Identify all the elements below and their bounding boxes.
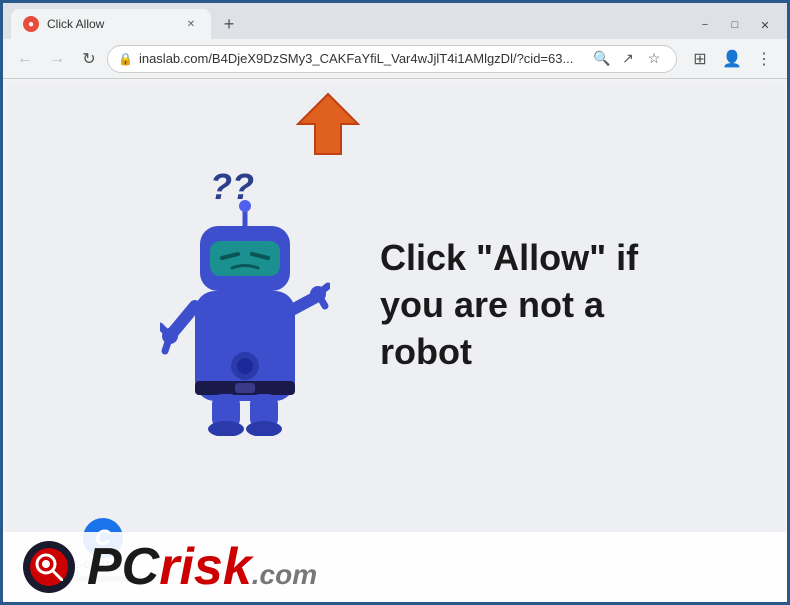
menu-icon[interactable]: ⋮ [749,44,779,74]
robot-illustration: ?? [150,166,350,446]
main-content-area: ?? [3,79,787,532]
tab-favicon: ● [23,16,39,32]
minimize-button[interactable]: − [691,15,719,35]
captcha-message: Click "Allow" if you are not a robot [380,235,640,375]
search-lens-icon[interactable]: 🔍 [590,47,614,71]
close-button[interactable]: ✕ [751,15,779,35]
pcrisk-pc: PC [87,538,159,596]
pcrisk-icon [23,541,75,593]
reload-button[interactable]: ↻ [75,45,103,73]
maximize-button[interactable]: □ [721,15,749,35]
new-tab-button[interactable]: + [215,10,243,38]
pcrisk-dotcom: .com [252,559,317,590]
pcrisk-watermark: PCrisk.com [3,532,787,602]
back-button[interactable]: ← [11,45,39,73]
address-bar: ← → ↻ 🔒 inaslab.com/B4DjeX9DzSMy3_CAKFaY… [3,39,787,79]
robot-svg [160,196,330,436]
arrow-indicator [263,89,363,194]
tab-title: Click Allow [47,17,175,31]
pcrisk-icon-inner [30,548,68,586]
profile-icon[interactable]: 👤 [717,44,747,74]
address-input[interactable]: 🔒 inaslab.com/B4DjeX9DzSMy3_CAKFaYfiL_Va… [107,45,677,73]
page-content: ?? [3,79,787,602]
window-controls: − □ ✕ [691,15,779,39]
tab-bar: ● Click Allow ✕ + − □ ✕ [3,3,787,39]
url-text: inaslab.com/B4DjeX9DzSMy3_CAKFaYfiL_Var4… [139,51,584,66]
forward-button[interactable]: → [43,45,71,73]
bookmark-icon[interactable]: ☆ [642,47,666,71]
lock-icon: 🔒 [118,52,133,66]
active-tab[interactable]: ● Click Allow ✕ [11,9,211,39]
address-action-icons: 🔍 ↗ ☆ [590,47,666,71]
chrome-window: ● Click Allow ✕ + − □ ✕ ← → ↻ 🔒 inaslab.… [3,3,787,602]
pcrisk-text: PCrisk.com [87,538,317,596]
robot-section: ?? [150,166,640,446]
toolbar-icons: ⊞ 👤 ⋮ [685,44,779,74]
pcrisk-risk: risk [159,538,252,596]
tab-close-button[interactable]: ✕ [183,16,199,32]
tab-grid-icon[interactable]: ⊞ [685,44,715,74]
pcrisk-text-group: PCrisk.com [87,541,317,593]
share-icon[interactable]: ↗ [616,47,640,71]
